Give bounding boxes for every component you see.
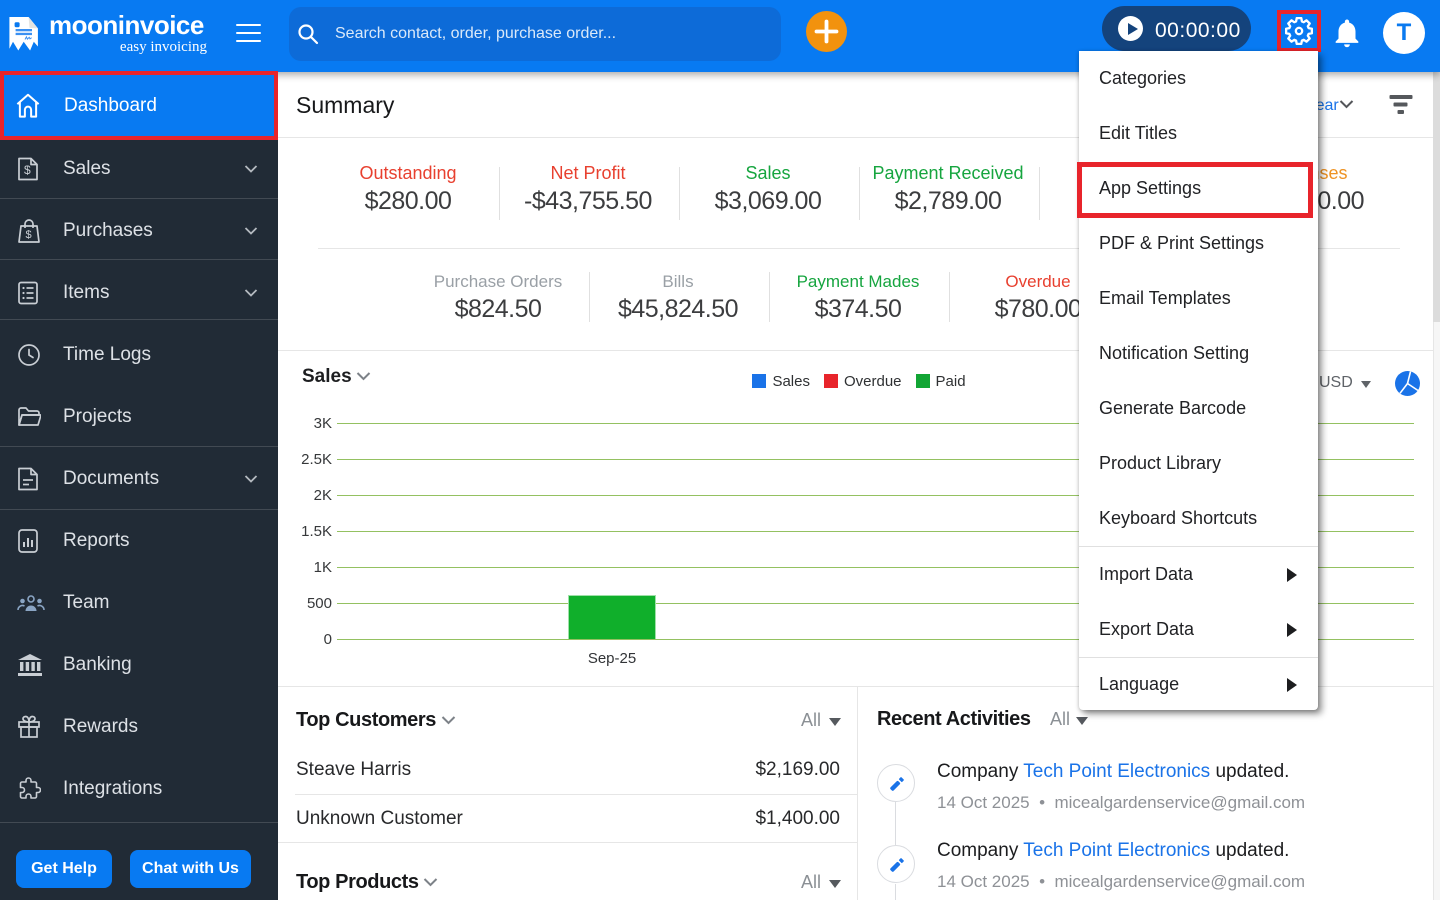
svg-text:$: $	[24, 163, 31, 177]
svg-text:$: $	[26, 229, 32, 241]
